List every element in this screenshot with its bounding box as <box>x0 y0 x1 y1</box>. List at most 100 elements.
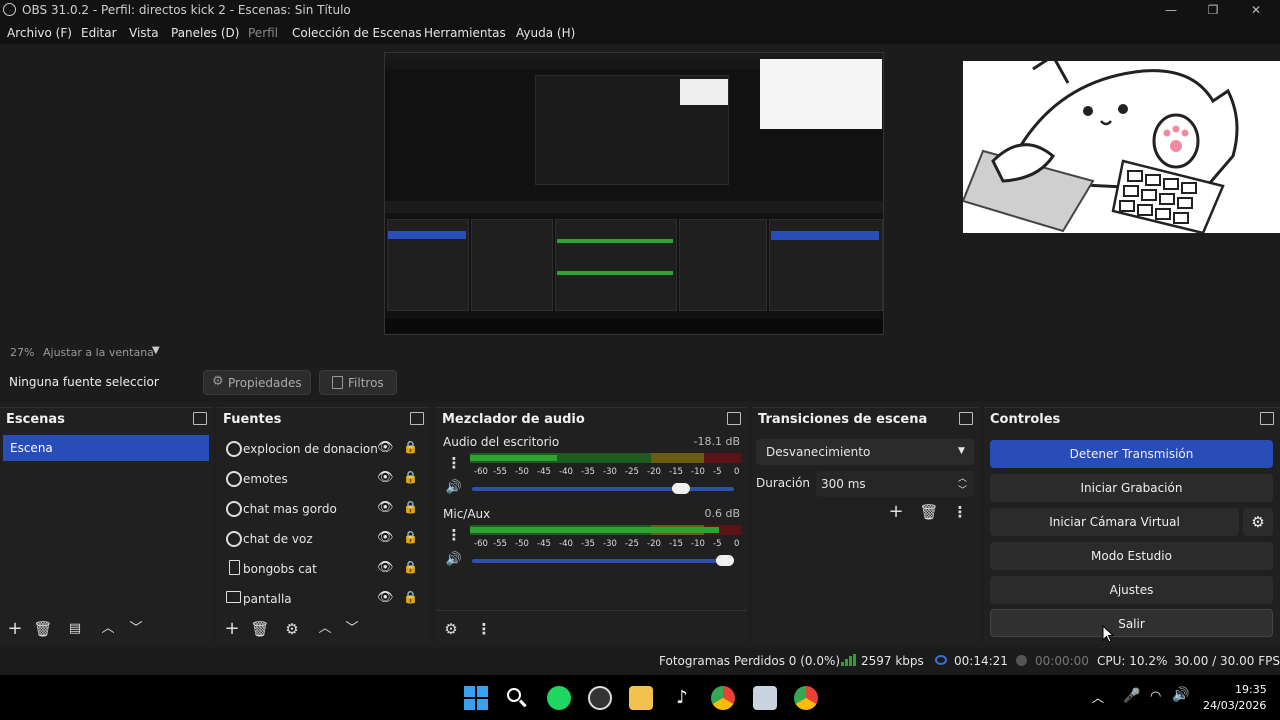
arrow-down-icon[interactable]: ﹀ <box>125 618 147 640</box>
source-item[interactable]: pantalla 👁 🔒 <box>217 585 430 613</box>
scene-item-label: Escena <box>10 441 53 455</box>
volume-slider[interactable] <box>472 555 734 566</box>
kebab-menu-icon[interactable]: ⋮ <box>443 524 465 546</box>
studio-mode-button[interactable]: Modo Estudio <box>990 542 1273 570</box>
preview-area[interactable] <box>0 44 1280 342</box>
obs-icon[interactable] <box>588 686 612 710</box>
transition-select[interactable]: Desvanecimiento ▼ <box>756 439 974 465</box>
stop-stream-button[interactable]: Detener Transmisión <box>990 440 1273 468</box>
speaker-icon[interactable]: 🔊 <box>443 549 465 571</box>
source-item[interactable]: explocion de donaciones 👁 🔒 <box>217 435 430 463</box>
gear-icon[interactable]: ⚙ <box>281 618 303 640</box>
spin-down-icon[interactable]: ﹀ <box>958 483 967 496</box>
volume-slider-handle[interactable] <box>672 483 690 494</box>
lock-icon[interactable]: 🔒 <box>403 500 418 514</box>
undock-icon[interactable] <box>727 412 741 425</box>
lock-icon[interactable]: 🔒 <box>403 530 418 544</box>
settings-button[interactable]: Ajustes <box>990 576 1273 604</box>
search-icon[interactable] <box>505 686 529 710</box>
lock-icon[interactable]: 🔒 <box>403 560 418 574</box>
eye-icon[interactable]: 👁 <box>377 470 394 485</box>
clock-date[interactable]: 24/03/2026 <box>1203 699 1266 712</box>
speaker-icon[interactable]: 🔊 <box>443 477 465 499</box>
menu-vista[interactable]: Vista <box>129 26 159 40</box>
add-icon[interactable]: + <box>885 501 907 523</box>
exit-button[interactable]: Salir <box>990 609 1273 637</box>
tiktok-icon[interactable]: ♪ <box>670 686 694 710</box>
trash-icon[interactable]: 🗑 <box>32 618 54 640</box>
chrome-icon[interactable] <box>711 686 735 710</box>
start-recording-button[interactable]: Iniciar Grabación <box>990 474 1273 502</box>
preview-status-line: 27% Ajustar a la ventana ▼ <box>0 342 1280 362</box>
duration-spinbox[interactable]: 300 ms ︿ ﹀ <box>816 471 974 497</box>
window-title: OBS 31.0.2 - Perfil: directos kick 2 - E… <box>22 3 351 17</box>
zoom-level: 27% <box>10 346 35 359</box>
undock-icon[interactable] <box>410 412 424 425</box>
source-item[interactable]: bongobs cat 👁 🔒 <box>217 555 430 583</box>
source-item[interactable]: chat mas gordo 👁 🔒 <box>217 495 430 523</box>
menu-editar[interactable]: Editar <box>81 26 117 40</box>
source-item[interactable]: chat de voz 👁 🔒 <box>217 525 430 553</box>
duration-value: 300 ms <box>821 477 866 491</box>
scale-tick: -15 <box>669 467 683 477</box>
lock-icon[interactable]: 🔒 <box>403 470 418 484</box>
globe-icon <box>226 501 242 517</box>
kebab-menu-icon[interactable]: ⋮ <box>949 501 971 523</box>
duration-label: Duración <box>756 476 811 490</box>
kebab-menu-icon[interactable]: ⋮ <box>443 452 465 474</box>
undock-icon[interactable] <box>959 412 973 425</box>
arrow-up-icon[interactable]: ︿ <box>314 618 336 640</box>
menu-perfil[interactable]: Perfil <box>248 26 278 40</box>
minimize-icon[interactable]: — <box>1162 2 1180 18</box>
chrome-profile-icon[interactable] <box>794 686 818 710</box>
kebab-menu-icon[interactable]: ⋮ <box>473 618 495 640</box>
filter-icon[interactable]: ▤ <box>64 618 86 640</box>
microphone-icon[interactable]: 🎤 <box>1123 688 1140 704</box>
wifi-icon[interactable]: ◠ <box>1150 689 1161 704</box>
maximize-icon[interactable]: ❐ <box>1204 2 1222 18</box>
menu-archivo[interactable]: Archivo (F) <box>7 26 72 40</box>
fit-to-window-label[interactable]: Ajustar a la ventana <box>43 346 154 359</box>
undock-icon[interactable] <box>1260 412 1274 425</box>
add-icon[interactable]: + <box>221 618 243 640</box>
eye-icon[interactable]: 👁 <box>377 560 394 575</box>
eye-icon[interactable]: 👁 <box>377 530 394 545</box>
menu-paneles[interactable]: Paneles (D) <box>171 26 239 40</box>
arrow-down-icon[interactable]: ﹀ <box>341 618 363 640</box>
dropped-frames: Fotogramas Perdidos 0 (0.0%) <box>659 654 841 668</box>
eye-icon[interactable]: 👁 <box>377 440 394 455</box>
audio-mixer-dock: Mezclador de audio Audio del escritorio … <box>436 407 747 644</box>
status-bar: Fotogramas Perdidos 0 (0.0%) 2597 kbps 0… <box>0 648 1280 675</box>
spotify-icon[interactable] <box>547 686 571 710</box>
volume-slider-handle[interactable] <box>716 555 734 566</box>
app-icon[interactable] <box>753 686 777 710</box>
clock-time[interactable]: 19:35 <box>1235 683 1267 696</box>
undock-icon[interactable] <box>193 412 207 425</box>
menu-coleccion-escenas[interactable]: Colección de Escenas <box>292 26 422 40</box>
properties-button[interactable]: ⚙ Propiedades <box>203 370 311 395</box>
source-label: chat mas gordo <box>243 502 337 516</box>
menu-ayuda[interactable]: Ayuda (H) <box>516 26 575 40</box>
gear-icon[interactable]: ⚙ <box>440 618 462 640</box>
lock-icon[interactable]: 🔒 <box>403 440 418 454</box>
eye-icon[interactable]: 👁 <box>377 590 394 605</box>
arrow-up-icon[interactable]: ︿ <box>97 618 119 640</box>
chevron-down-icon[interactable]: ▼ <box>152 345 160 356</box>
trash-icon[interactable]: 🗑 <box>249 618 271 640</box>
lock-icon[interactable]: 🔒 <box>403 590 418 604</box>
source-item[interactable]: emotes 👁 🔒 <box>217 465 430 493</box>
trash-icon[interactable]: 🗑 <box>918 501 940 523</box>
folder-icon[interactable] <box>629 686 653 710</box>
virtual-camera-settings-button[interactable]: ⚙ <box>1243 508 1273 536</box>
eye-icon[interactable]: 👁 <box>377 500 394 515</box>
scene-item[interactable]: Escena <box>3 435 209 461</box>
start-virtual-camera-button[interactable]: Iniciar Cámara Virtual <box>990 508 1239 536</box>
menu-herramientas[interactable]: Herramientas <box>424 26 506 40</box>
windows-start-icon[interactable] <box>464 686 488 710</box>
chevron-up-icon[interactable]: ︿ <box>1092 689 1104 706</box>
volume-slider[interactable] <box>472 483 734 494</box>
add-icon[interactable]: + <box>4 618 26 640</box>
filters-button[interactable]: Filtros <box>319 370 397 395</box>
close-icon[interactable]: ✕ <box>1247 2 1265 18</box>
volume-icon[interactable]: 🔊 <box>1172 687 1189 703</box>
